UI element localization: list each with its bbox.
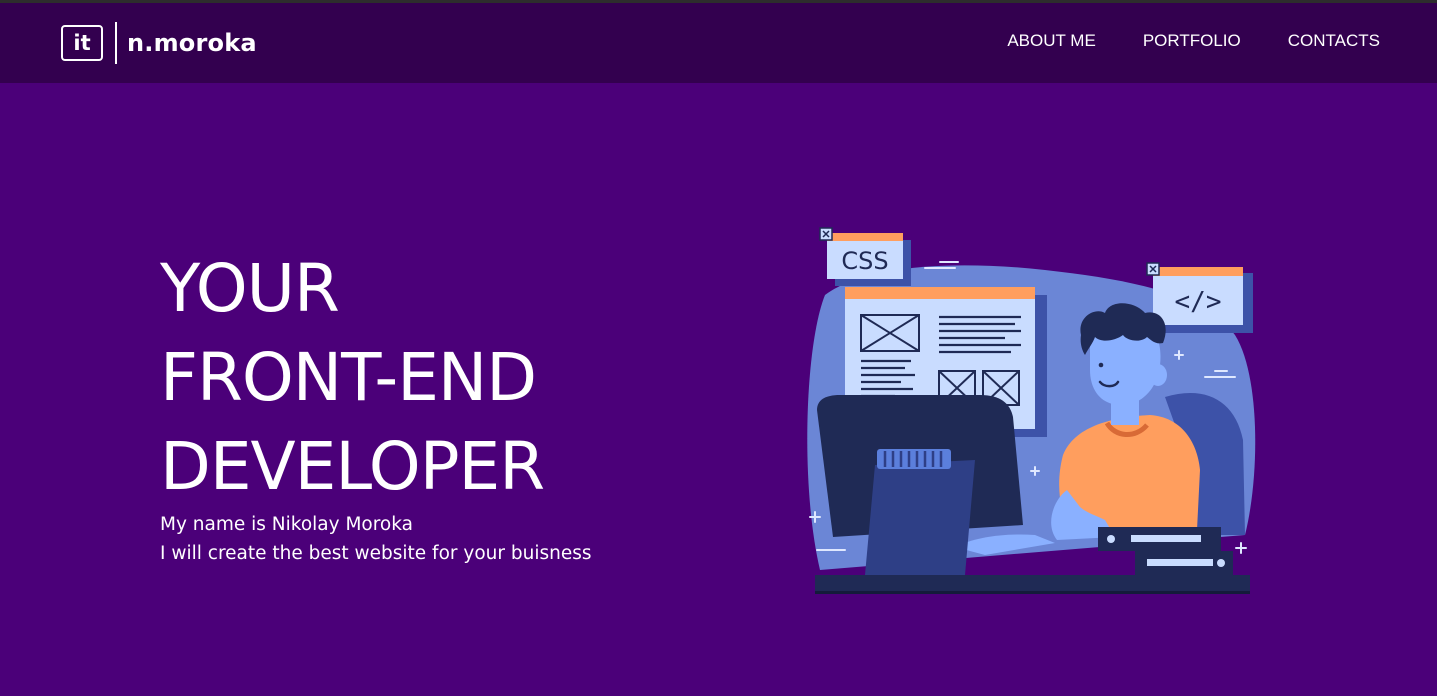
code-card-label: </> [1175, 287, 1222, 317]
logo-badge: it [61, 25, 103, 61]
hero-subtitle: My name is Nikolay Moroka I will create … [160, 510, 592, 568]
person-eye [1098, 362, 1104, 368]
document-header-bar [845, 287, 1035, 299]
nav-about-me[interactable]: ABOUT ME [1007, 31, 1095, 51]
person-ear [1149, 364, 1167, 386]
device-bottom-light [1217, 559, 1225, 567]
nav-contacts[interactable]: CONTACTS [1288, 31, 1380, 51]
device-bottom-slot [1147, 559, 1213, 566]
css-card-label: CSS [841, 247, 888, 275]
code-card-bar [1153, 267, 1243, 276]
logo[interactable]: it n.moroka [61, 22, 257, 64]
desk-surface [815, 575, 1250, 593]
hero-subtitle-line-2: I will create the best website for your … [160, 543, 592, 564]
site-header: it n.moroka ABOUT ME PORTFOLIO CONTACTS [0, 3, 1437, 83]
logo-divider [115, 22, 117, 64]
desk-shadow [815, 591, 1250, 594]
hero-title-line-2: FRONT-END [160, 339, 537, 416]
hero-title-line-3: DEVELOPER [160, 428, 545, 505]
device-top-light [1107, 535, 1115, 543]
nav-portfolio[interactable]: PORTFOLIO [1143, 31, 1241, 51]
main-nav: ABOUT ME PORTFOLIO CONTACTS [1007, 31, 1380, 51]
hero-subtitle-line-1: My name is Nikolay Moroka [160, 514, 413, 535]
monitor-back [865, 460, 975, 575]
hero-title: YOUR FRONT-END DEVELOPER [160, 244, 545, 511]
hero-title-line-1: YOUR [160, 250, 340, 327]
developer-illustration: CSS </> [807, 227, 1256, 594]
css-card-bar [827, 233, 903, 241]
logo-name: n.moroka [127, 29, 257, 57]
device-top-slot [1131, 535, 1201, 542]
